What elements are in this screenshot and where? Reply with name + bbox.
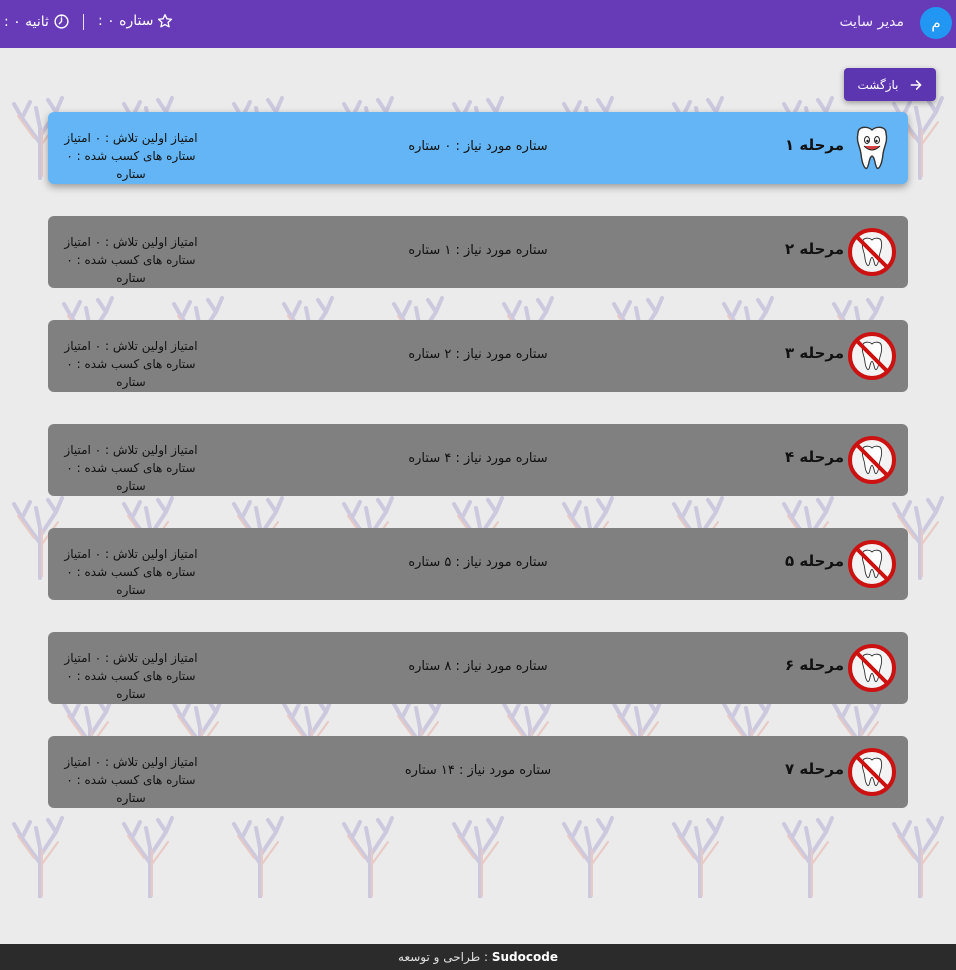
stars-counter: : ۰ ستاره	[98, 13, 173, 29]
level-card-7[interactable]: مرحله ۷ ستاره مورد نیاز : ۱۴ ستاره امتیا…	[48, 736, 908, 808]
level-card-3[interactable]: مرحله ۳ ستاره مورد نیاز : ۲ ستاره امتیاز…	[48, 320, 908, 392]
footer-label: طراحی و توسعه :	[398, 950, 489, 964]
arrow-right-icon	[910, 79, 921, 90]
footer-brand-link[interactable]: Sudocode	[492, 950, 558, 964]
level-card-4[interactable]: مرحله ۴ ستاره مورد نیاز : ۴ ستاره امتیاز…	[48, 424, 908, 496]
level-stats: امتیاز اولین تلاش : ۰ امتیاز ستاره های ک…	[56, 233, 206, 287]
star-icon	[158, 14, 173, 28]
time-text: : ۰ ثانیه	[4, 13, 49, 30]
earned-stars: ستاره های کسب شده : ۰ ستاره	[66, 357, 196, 389]
first-attempt-score: امتیاز اولین تلاش : ۰ امتیاز	[64, 547, 198, 561]
earned-stars: ستاره های کسب شده : ۰ ستاره	[66, 773, 196, 805]
first-attempt-score: امتیاز اولین تلاش : ۰ امتیاز	[64, 755, 198, 769]
first-attempt-score: امتیاز اولین تلاش : ۰ امتیاز	[64, 651, 198, 665]
first-attempt-score: امتیاز اولین تلاش : ۰ امتیاز	[64, 443, 198, 457]
level-stats: امتیاز اولین تلاش : ۰ امتیاز ستاره های ک…	[56, 337, 206, 391]
level-stats: امتیاز اولین تلاش : ۰ امتیاز ستاره های ک…	[56, 649, 206, 703]
timer-counter: : ۰ ثانیه	[4, 13, 70, 30]
first-attempt-score: امتیاز اولین تلاش : ۰ امتیاز	[64, 235, 198, 249]
earned-stars: ستاره های کسب شده : ۰ ستاره	[66, 461, 196, 493]
level-card-6[interactable]: مرحله ۶ ستاره مورد نیاز : ۸ ستاره امتیاز…	[48, 632, 908, 704]
level-card-1[interactable]: مرحله ۱ ستاره مورد نیاز : ۰ ستاره امتیاز…	[48, 112, 908, 184]
earned-stars: ستاره های کسب شده : ۰ ستاره	[66, 669, 196, 701]
earned-stars: ستاره های کسب شده : ۰ ستاره	[66, 565, 196, 597]
level-stats: امتیاز اولین تلاش : ۰ امتیاز ستاره های ک…	[56, 753, 206, 807]
timer-icon	[54, 14, 69, 29]
top-bar: م مدیر سایت : ۰ ستاره : ۰ ثانیه	[0, 0, 956, 48]
level-card-5[interactable]: مرحله ۵ ستاره مورد نیاز : ۵ ستاره امتیاز…	[48, 528, 908, 600]
level-stats: امتیاز اولین تلاش : ۰ امتیاز ستاره های ک…	[56, 545, 206, 599]
first-attempt-score: امتیاز اولین تلاش : ۰ امتیاز	[64, 131, 198, 145]
back-button-label: بازگشت	[857, 77, 899, 92]
footer: طراحی و توسعه : Sudocode	[0, 944, 956, 970]
stats-divider	[83, 14, 84, 30]
stars-text: : ۰ ستاره	[98, 13, 154, 29]
avatar[interactable]: م	[920, 7, 952, 39]
level-stats: امتیاز اولین تلاش : ۰ امتیاز ستاره های ک…	[56, 441, 206, 495]
username[interactable]: مدیر سایت	[839, 14, 904, 30]
level-card-2[interactable]: مرحله ۲ ستاره مورد نیاز : ۱ ستاره امتیاز…	[48, 216, 908, 288]
level-stats: امتیاز اولین تلاش : ۰ امتیاز ستاره های ک…	[56, 129, 206, 183]
back-button[interactable]: بازگشت	[844, 68, 936, 101]
earned-stars: ستاره های کسب شده : ۰ ستاره	[66, 149, 196, 181]
earned-stars: ستاره های کسب شده : ۰ ستاره	[66, 253, 196, 285]
first-attempt-score: امتیاز اولین تلاش : ۰ امتیاز	[64, 339, 198, 353]
